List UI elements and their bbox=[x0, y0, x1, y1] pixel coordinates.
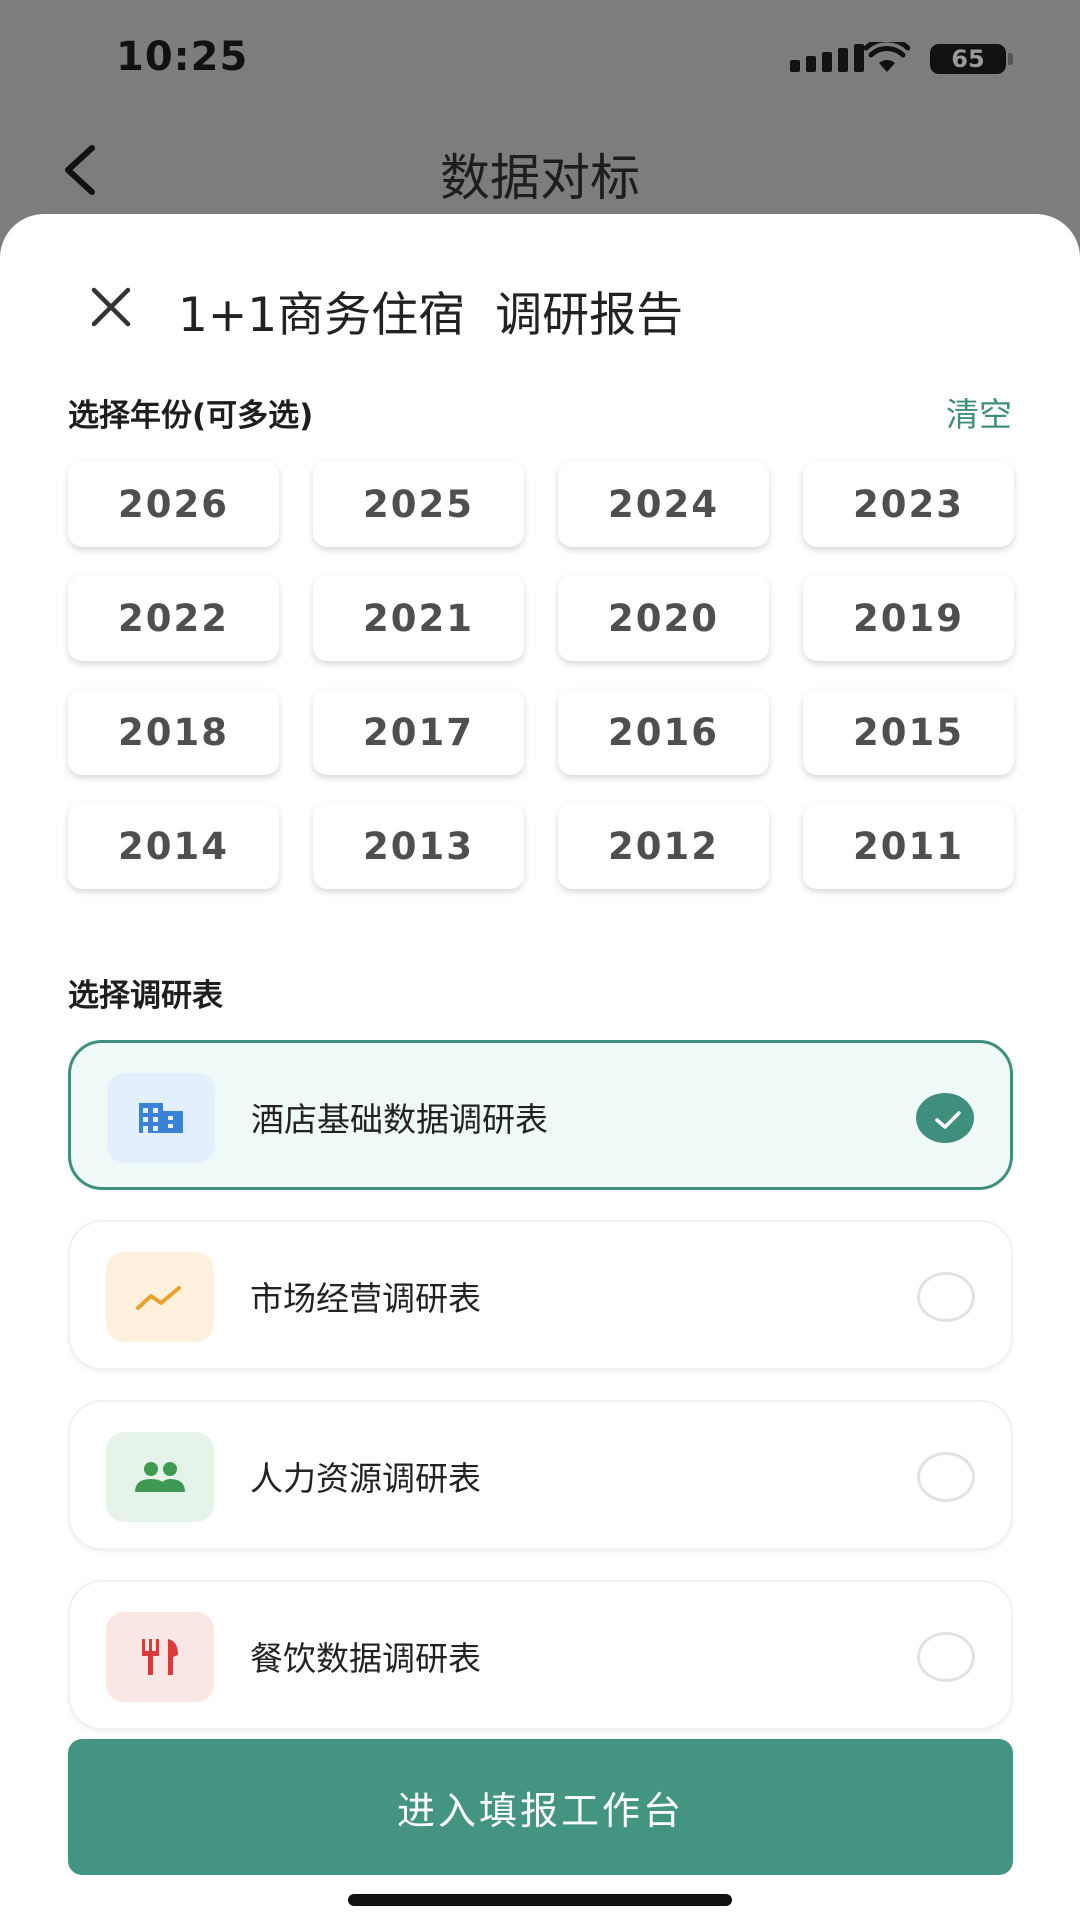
year-chip-2013[interactable]: 2013 bbox=[313, 803, 524, 889]
survey-radio[interactable] bbox=[917, 1272, 975, 1322]
fork-knife-icon bbox=[142, 1639, 178, 1675]
survey-item-catering[interactable]: 餐饮数据调研表 bbox=[68, 1580, 1013, 1730]
survey-radio[interactable] bbox=[917, 1452, 975, 1502]
survey-item-label: 餐饮数据调研表 bbox=[250, 1639, 481, 1678]
survey-icon-box bbox=[106, 1432, 214, 1522]
year-chip-2023[interactable]: 2023 bbox=[803, 461, 1014, 547]
survey-radio-checked[interactable] bbox=[916, 1093, 974, 1143]
trend-chart-icon bbox=[136, 1286, 181, 1310]
year-chip-2025[interactable]: 2025 bbox=[313, 461, 524, 547]
nav-title: 数据对标 bbox=[440, 149, 640, 207]
status-bar: 10:25 65 bbox=[0, 0, 1080, 120]
checkmark-icon bbox=[935, 1111, 961, 1129]
survey-icon-box bbox=[106, 1612, 214, 1702]
year-chip-2012[interactable]: 2012 bbox=[558, 803, 769, 889]
survey-item-hotel-basic[interactable]: 酒店基础数据调研表 bbox=[68, 1040, 1013, 1190]
wifi-icon bbox=[864, 42, 910, 72]
battery-icon: 65 bbox=[930, 44, 1013, 74]
building-icon bbox=[139, 1103, 183, 1133]
status-time: 10:25 bbox=[116, 34, 249, 80]
year-chip-2019[interactable]: 2019 bbox=[803, 575, 1014, 661]
survey-section-label: 选择调研表 bbox=[68, 978, 223, 1014]
enter-workbench-button[interactable]: 进入填报工作台 bbox=[68, 1739, 1013, 1875]
year-chip-2022[interactable]: 2022 bbox=[68, 575, 279, 661]
year-chip-2024[interactable]: 2024 bbox=[558, 461, 769, 547]
survey-icon-box bbox=[107, 1073, 215, 1163]
battery-level: 65 bbox=[951, 45, 985, 73]
report-title: 1+1商务住宿 调研报告 bbox=[178, 288, 684, 343]
year-chip-2018[interactable]: 2018 bbox=[68, 689, 279, 775]
survey-item-label: 市场经营调研表 bbox=[250, 1279, 481, 1318]
home-indicator bbox=[348, 1894, 732, 1906]
report-sheet: 1+1商务住宿 调研报告 选择年份(可多选) 清空 2026 2025 2024… bbox=[0, 214, 1080, 1920]
cellular-signal-icon bbox=[790, 44, 864, 72]
survey-item-label: 人力资源调研表 bbox=[250, 1459, 481, 1498]
year-chip-2016[interactable]: 2016 bbox=[558, 689, 769, 775]
year-section-label: 选择年份(可多选) bbox=[68, 398, 314, 434]
survey-icon-box bbox=[106, 1252, 214, 1342]
survey-item-hr[interactable]: 人力资源调研表 bbox=[68, 1400, 1013, 1550]
people-icon bbox=[135, 1462, 185, 1492]
year-chip-2020[interactable]: 2020 bbox=[558, 575, 769, 661]
survey-radio[interactable] bbox=[917, 1632, 975, 1682]
survey-list: 酒店基础数据调研表 市场经营调研表 人力资源调研表 餐饮数据调研表 bbox=[68, 1040, 1013, 1760]
clear-button[interactable]: 清空 bbox=[946, 388, 1012, 436]
year-chip-2015[interactable]: 2015 bbox=[803, 689, 1014, 775]
year-grid: 2026 2025 2024 2023 2022 2021 2020 2019 … bbox=[68, 461, 1014, 889]
year-chip-2017[interactable]: 2017 bbox=[313, 689, 524, 775]
year-chip-2011[interactable]: 2011 bbox=[803, 803, 1014, 889]
year-chip-2014[interactable]: 2014 bbox=[68, 803, 279, 889]
year-chip-2026[interactable]: 2026 bbox=[68, 461, 279, 547]
survey-item-market[interactable]: 市场经营调研表 bbox=[68, 1220, 1013, 1370]
survey-item-label: 酒店基础数据调研表 bbox=[251, 1100, 548, 1139]
close-icon[interactable] bbox=[84, 280, 138, 334]
year-chip-2021[interactable]: 2021 bbox=[313, 575, 524, 661]
